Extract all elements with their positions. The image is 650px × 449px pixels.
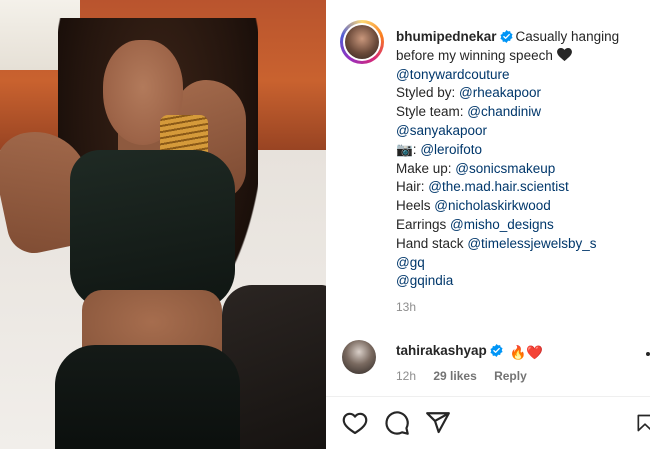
comment-like-icon[interactable] xyxy=(646,352,650,356)
caption-text: Earrings xyxy=(396,216,447,232)
commenter-username[interactable]: tahirakashyap xyxy=(396,343,487,358)
caption-text: Style team: xyxy=(396,104,464,120)
comment-text: tahirakashyap 🔥❤️ xyxy=(396,343,543,361)
post-photo[interactable] xyxy=(0,0,326,449)
post-sidebar: bhumipednekar Casually hanging before my … xyxy=(326,0,650,449)
comment-timestamp[interactable]: 12h xyxy=(396,369,416,383)
mention-link[interactable]: @leroifoto xyxy=(420,142,482,157)
caption-text: Styled by: xyxy=(396,85,456,101)
mention-link[interactable]: @the.mad.hair.scientist xyxy=(428,179,569,194)
caption-text: Casually hanging xyxy=(515,29,620,44)
camera-emoji: 📷: xyxy=(396,141,417,157)
caption-text: Hair: xyxy=(396,179,425,195)
comment-likes[interactable]: 29 likes xyxy=(433,369,476,383)
mention-link[interactable]: @misho_designs xyxy=(450,217,554,232)
mention-link[interactable]: @gq xyxy=(396,255,425,270)
caption-text: Make up: xyxy=(396,160,452,176)
top-shape xyxy=(70,150,235,310)
comment-icon[interactable] xyxy=(384,410,410,436)
caption-text: Hand stack xyxy=(396,235,464,251)
mention-link[interactable]: @rheakapoor xyxy=(459,85,541,100)
post-timestamp[interactable]: 13h xyxy=(396,300,416,314)
mention-link[interactable]: @gqindia xyxy=(396,273,453,288)
reply-button[interactable]: Reply xyxy=(494,369,527,383)
heart-icon[interactable] xyxy=(342,410,368,436)
caption-text: before my winning speech xyxy=(396,47,553,63)
commenter-avatar[interactable] xyxy=(342,340,376,374)
verified-badge-icon xyxy=(490,344,503,357)
divider xyxy=(326,396,650,397)
bookmark-icon[interactable] xyxy=(635,410,650,436)
skirt-shape xyxy=(55,345,240,449)
black-heart-icon xyxy=(556,47,572,61)
comment-meta: 12h 29 likes Reply xyxy=(396,369,541,383)
comment-emojis: 🔥❤️ xyxy=(509,345,544,360)
post-caption: bhumipednekar Casually hanging before my … xyxy=(396,28,642,291)
caption-text: Heels xyxy=(396,198,431,214)
mention-link[interactable]: @sanyakapoor xyxy=(396,123,487,138)
mention-link[interactable]: @tonywardcouture xyxy=(396,67,510,82)
mention-link[interactable]: @nicholaskirkwood xyxy=(434,198,551,213)
verified-badge-icon xyxy=(499,30,513,43)
author-avatar[interactable] xyxy=(340,20,384,64)
mention-link[interactable]: @sonicsmakeup xyxy=(455,161,555,176)
mention-link[interactable]: @timelessjewelsby_s xyxy=(467,236,596,251)
share-icon[interactable] xyxy=(425,410,451,436)
author-username[interactable]: bhumipednekar xyxy=(396,29,497,44)
mention-link[interactable]: @chandiniw xyxy=(467,104,541,119)
action-bar xyxy=(326,406,650,440)
